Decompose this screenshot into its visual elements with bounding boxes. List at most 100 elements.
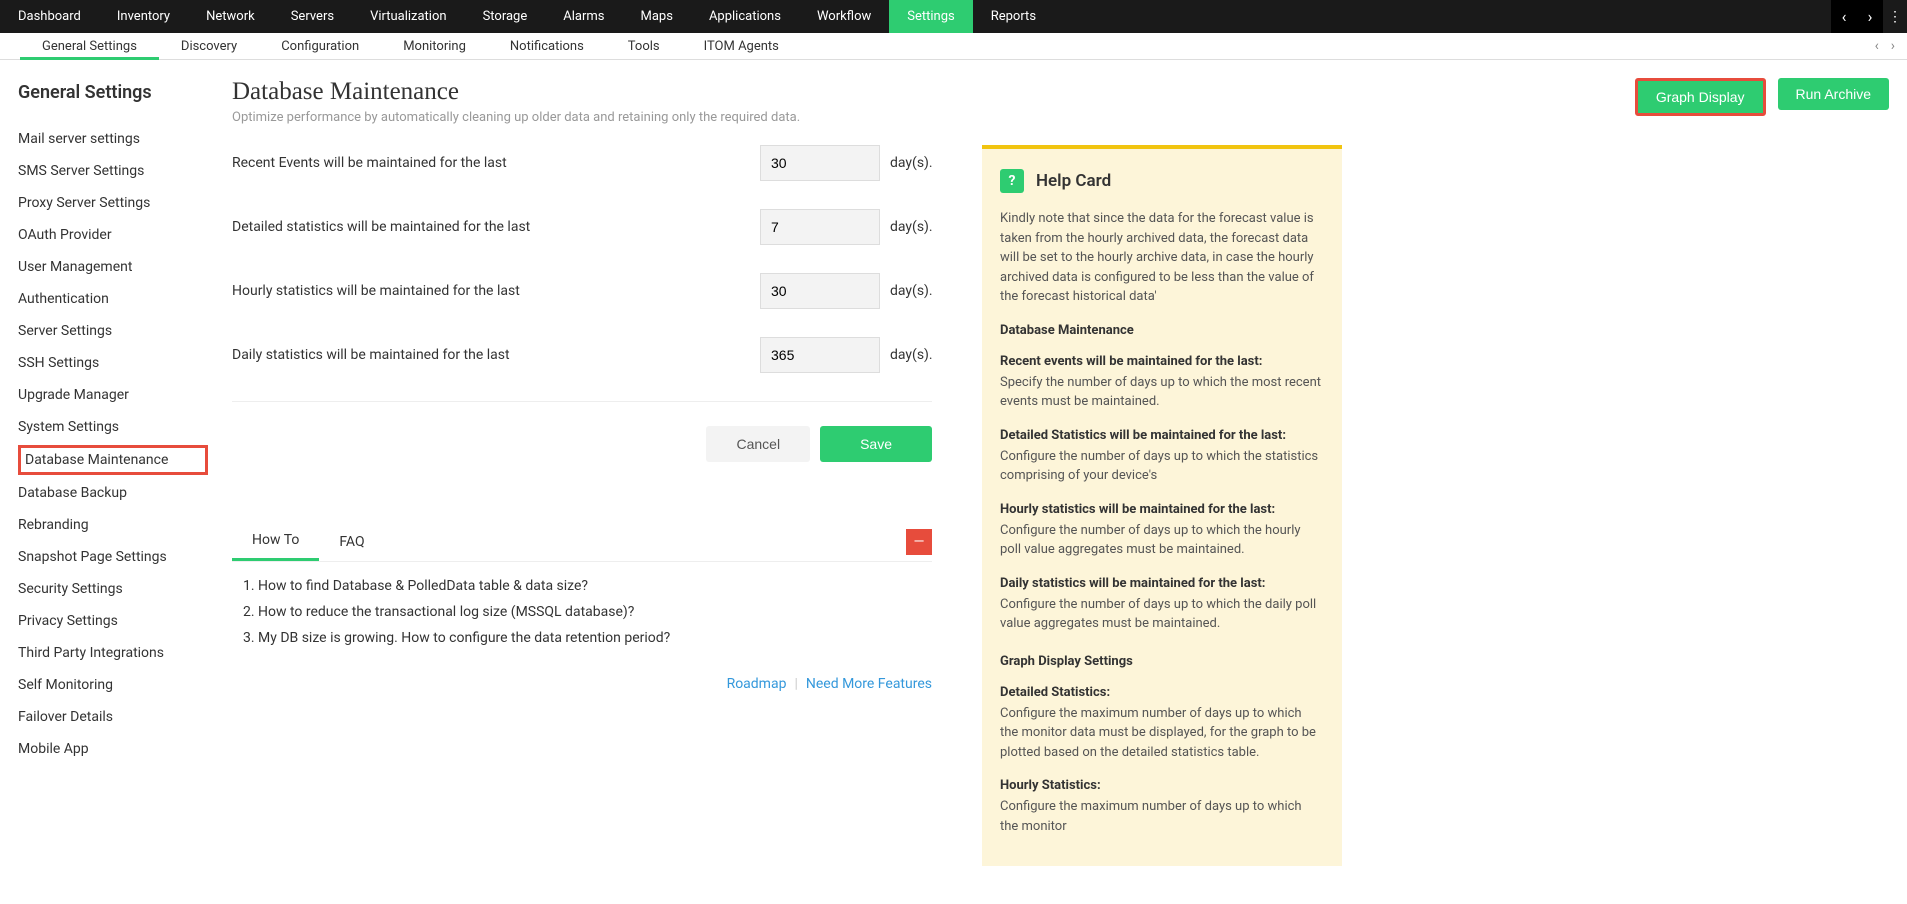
howto-item[interactable]: How to reduce the transactional log size… [258,604,932,620]
help-item-text: Configure the maximum number of days up … [1000,797,1322,836]
collapse-icon[interactable]: — [906,529,932,555]
tab-faq[interactable]: FAQ [319,524,384,560]
sidebar-item-user-management[interactable]: User Management [18,253,208,281]
retention-input-1[interactable] [760,209,880,245]
sidebar-item-ssh-settings[interactable]: SSH Settings [18,349,208,377]
sub-nav: General SettingsDiscoveryConfigurationMo… [0,33,1907,60]
form-row: Detailed statistics will be maintained f… [232,209,932,245]
top-nav: DashboardInventoryNetworkServersVirtuali… [0,0,1907,33]
sidebar-item-upgrade-manager[interactable]: Upgrade Manager [18,381,208,409]
help-icon: ? [1000,169,1024,193]
sidebar-item-third-party-integrations[interactable]: Third Party Integrations [18,639,208,667]
top-nav-storage[interactable]: Storage [465,0,546,33]
sub-nav-notifications[interactable]: Notifications [488,33,606,60]
page-subtitle: Optimize performance by automatically cl… [232,110,1635,125]
sidebar-item-rebranding[interactable]: Rebranding [18,511,208,539]
sub-nav-monitoring[interactable]: Monitoring [381,33,488,60]
roadmap-link[interactable]: Roadmap [727,676,787,692]
sidebar-item-privacy-settings[interactable]: Privacy Settings [18,607,208,635]
bottom-links: Roadmap | Need More Features [232,676,932,692]
help-graph-title: Graph Display Settings [1000,654,1322,669]
help-item-heading: Detailed Statistics will be maintained f… [1000,428,1322,443]
help-item-text: Configure the number of days up to which… [1000,521,1322,560]
form-label: Daily statistics will be maintained for … [232,347,760,363]
sidebar-item-system-settings[interactable]: System Settings [18,413,208,441]
page-title: Database Maintenance [232,78,1635,106]
graph-display-button[interactable]: Graph Display [1635,78,1766,116]
nav-prev-icon[interactable]: ‹ [1831,0,1857,33]
sub-nav-configuration[interactable]: Configuration [259,33,381,60]
divider [232,401,932,402]
top-nav-servers[interactable]: Servers [273,0,352,33]
top-nav-network[interactable]: Network [188,0,273,33]
sidebar-item-security-settings[interactable]: Security Settings [18,575,208,603]
sidebar: General Settings Mail server settings SMS… [0,60,208,904]
sidebar-item-database-maintenance[interactable]: Database Maintenance [18,445,208,475]
save-button[interactable]: Save [820,426,932,462]
form-row: Hourly statistics will be maintained for… [232,273,932,309]
subnav-next-icon[interactable]: › [1887,38,1899,54]
sub-nav-tools[interactable]: Tools [606,33,682,60]
form-row: Recent Events will be maintained for the… [232,145,932,181]
sidebar-item-self-monitoring[interactable]: Self Monitoring [18,671,208,699]
tabs: How ToFAQ — [232,522,932,562]
help-item-heading: Hourly Statistics: [1000,778,1322,793]
cancel-button[interactable]: Cancel [706,426,810,462]
top-nav-workflow[interactable]: Workflow [799,0,889,33]
top-nav-virtualization[interactable]: Virtualization [352,0,465,33]
top-nav-applications[interactable]: Applications [691,0,799,33]
top-nav-maps[interactable]: Maps [623,0,691,33]
top-nav-settings[interactable]: Settings [889,0,972,33]
howto-list: How to find Database & PolledData table … [232,578,932,646]
run-archive-button[interactable]: Run Archive [1778,78,1889,110]
howto-item[interactable]: My DB size is growing. How to configure … [258,630,932,646]
separator: | [794,676,797,692]
sub-nav-discovery[interactable]: Discovery [159,33,259,60]
form-label: Detailed statistics will be maintained f… [232,219,760,235]
top-nav-dashboard[interactable]: Dashboard [0,0,99,33]
top-nav-inventory[interactable]: Inventory [99,0,188,33]
sidebar-item-proxy-server-settings[interactable]: Proxy Server Settings [18,189,208,217]
help-item-text: Configure the number of days up to which… [1000,447,1322,486]
main-content: Database Maintenance Optimize performanc… [208,60,1907,904]
form-unit: day(s). [880,219,932,235]
help-item-heading: Detailed Statistics: [1000,685,1322,700]
howto-item[interactable]: How to find Database & PolledData table … [258,578,932,594]
sidebar-title: General Settings [18,82,208,103]
help-item-text: Configure the number of days up to which… [1000,595,1322,634]
retention-input-0[interactable] [760,145,880,181]
tab-how-to[interactable]: How To [232,522,319,561]
help-item-heading: Hourly statistics will be maintained for… [1000,502,1322,517]
help-item-text: Specify the number of days up to which t… [1000,373,1322,412]
form-label: Recent Events will be maintained for the… [232,155,760,171]
sub-nav-general-settings[interactable]: General Settings [20,33,159,60]
sidebar-item-oauth-provider[interactable]: OAuth Provider [18,221,208,249]
top-nav-reports[interactable]: Reports [973,0,1054,33]
more-menu-icon[interactable]: ⋮ [1883,0,1907,33]
sidebar-item-mail-server-settings[interactable]: Mail server settings [18,125,208,153]
help-card: ? Help Card Kindly note that since the d… [982,145,1342,866]
help-card-title: Help Card [1036,171,1111,191]
sidebar-item-mobile-app[interactable]: Mobile App [18,735,208,763]
retention-input-3[interactable] [760,337,880,373]
sidebar-item-database-backup[interactable]: Database Backup [18,479,208,507]
form-unit: day(s). [880,347,932,363]
sub-nav-itom-agents[interactable]: ITOM Agents [682,33,801,60]
top-nav-alarms[interactable]: Alarms [545,0,622,33]
sidebar-item-authentication[interactable]: Authentication [18,285,208,313]
retention-input-2[interactable] [760,273,880,309]
subnav-prev-icon[interactable]: ‹ [1871,38,1883,54]
sidebar-item-server-settings[interactable]: Server Settings [18,317,208,345]
need-more-features-link[interactable]: Need More Features [806,676,932,692]
form-unit: day(s). [880,155,932,171]
sidebar-item-snapshot-page-settings[interactable]: Snapshot Page Settings [18,543,208,571]
help-section-title: Database Maintenance [1000,323,1322,338]
help-item-text: Configure the maximum number of days up … [1000,704,1322,763]
sidebar-item-failover-details[interactable]: Failover Details [18,703,208,731]
form-row: Daily statistics will be maintained for … [232,337,932,373]
form-label: Hourly statistics will be maintained for… [232,283,760,299]
nav-next-icon[interactable]: › [1857,0,1883,33]
help-intro-text: Kindly note that since the data for the … [1000,209,1322,307]
help-item-heading: Recent events will be maintained for the… [1000,354,1322,369]
sidebar-item-sms-server-settings[interactable]: SMS Server Settings [18,157,208,185]
